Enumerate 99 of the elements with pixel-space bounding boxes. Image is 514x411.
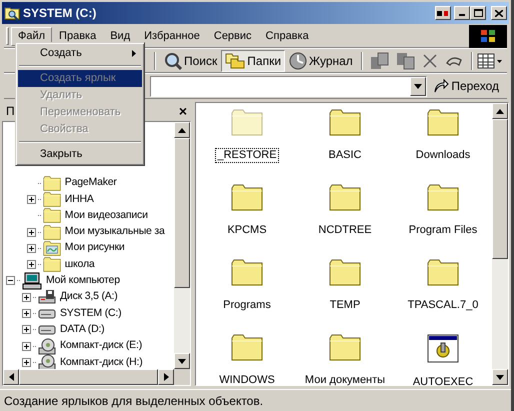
- expand-toggle[interactable]: [22, 358, 31, 367]
- views-icon[interactable]: [476, 52, 503, 68]
- file-name[interactable]: Program Files: [406, 223, 480, 238]
- expand-toggle[interactable]: [26, 194, 36, 204]
- search-icon: [164, 52, 182, 70]
- menu-item[interactable]: Закрыть: [18, 146, 142, 163]
- arrow-icon: [496, 108, 504, 114]
- pictures-folder-icon: [42, 240, 61, 256]
- file-name[interactable]: Programs: [221, 298, 273, 313]
- menu-item[interactable]: Справка: [258, 26, 316, 46]
- toolbar-button[interactable]: Папки: [221, 50, 286, 72]
- tree-item[interactable]: ИННА: [62, 192, 96, 208]
- pane-title: П: [6, 103, 15, 120]
- folder-icon: [42, 257, 61, 272]
- menu-item[interactable]: Правка: [52, 26, 104, 46]
- arrow-icon: [178, 128, 186, 132]
- go-button[interactable]: Переход: [433, 77, 507, 95]
- zip-button[interactable]: [435, 6, 451, 20]
- file-name[interactable]: AUTOEXEC: [410, 375, 476, 390]
- status-text: Создание ярлыков для выделенных объектов.: [4, 392, 264, 410]
- tree-item[interactable]: Компакт-диск (H:): [58, 354, 145, 369]
- folder-icon: [42, 224, 61, 240]
- arrow-icon: [496, 374, 504, 380]
- tree-item[interactable]: DATA (D:): [58, 322, 106, 338]
- hard-drive-icon: [38, 308, 56, 319]
- window-title: SYSTEM (C:): [23, 5, 98, 22]
- tree-item[interactable]: Мои музыкальные за: [62, 224, 167, 240]
- file-name[interactable]: BASIC: [326, 148, 364, 163]
- minimize-button[interactable]: [454, 6, 470, 20]
- folder-icon: [42, 176, 61, 191]
- file-name[interactable]: Мои документы: [302, 373, 388, 388]
- close-button[interactable]: [491, 6, 507, 20]
- file-name[interactable]: NCDTREE: [316, 223, 374, 238]
- scroll-thumb[interactable]: [174, 138, 190, 288]
- zip-icon: [437, 10, 449, 16]
- copy-to-icon[interactable]: [396, 52, 416, 70]
- expand-toggle[interactable]: [22, 325, 31, 334]
- tree-item[interactable]: Компакт-диск (E:): [58, 338, 144, 354]
- scroll-up-button[interactable]: [174, 122, 190, 138]
- scrollbar-corner: [174, 369, 190, 385]
- folder-icon: [42, 192, 61, 207]
- computer-icon: [22, 272, 42, 290]
- windows-logo: [469, 24, 507, 48]
- file-name[interactable]: KPCMS: [225, 223, 269, 238]
- file-name[interactable]: WINDOWS: [217, 373, 277, 388]
- tree-item[interactable]: Мои рисунки: [62, 240, 127, 256]
- dropdown-arrow-icon: [414, 84, 422, 88]
- scroll-down-button[interactable]: [174, 353, 190, 369]
- tree-item[interactable]: школа: [62, 256, 97, 272]
- file-name[interactable]: TEMP: [328, 298, 362, 313]
- scroll-up-button[interactable]: [492, 103, 508, 119]
- submenu-arrow-icon: [132, 50, 136, 57]
- expand-toggle[interactable]: [22, 309, 31, 318]
- arrow-icon: [164, 373, 169, 381]
- expand-toggle[interactable]: [26, 228, 36, 237]
- folders-icon: [225, 52, 246, 68]
- arrow-icon: [178, 358, 186, 364]
- toolbar-button[interactable]: Журнал: [285, 50, 357, 72]
- collapse-toggle[interactable]: [6, 276, 15, 286]
- delete-icon[interactable]: [422, 52, 438, 68]
- vertical-scrollbar[interactable]: [174, 122, 190, 369]
- file-name[interactable]: TPASCAL.7_0: [406, 298, 480, 313]
- file-name[interactable]: _RESTORE: [215, 148, 279, 163]
- file-name[interactable]: Downloads: [414, 148, 472, 163]
- expand-toggle[interactable]: [22, 292, 31, 302]
- close-pane-button[interactable]: ×: [178, 100, 187, 122]
- expand-toggle[interactable]: [22, 342, 31, 351]
- tree-item[interactable]: Диск 3,5 (A:): [58, 289, 120, 306]
- vertical-scrollbar[interactable]: [492, 103, 508, 385]
- hard-drive-icon: [38, 324, 56, 335]
- maximize-button[interactable]: [470, 6, 486, 20]
- scroll-right-button[interactable]: [158, 369, 174, 385]
- close-icon: [495, 10, 503, 16]
- cd-drive-icon: [38, 338, 56, 355]
- expand-toggle[interactable]: [26, 260, 36, 270]
- menu-item[interactable]: Вид: [103, 26, 138, 46]
- dropdown-button[interactable]: [410, 76, 426, 96]
- arrow-icon: [8, 373, 14, 381]
- scroll-thumb[interactable]: [492, 119, 508, 259]
- menu-item[interactable]: Сервис: [206, 26, 259, 46]
- scroll-left-button[interactable]: [3, 369, 19, 385]
- history-icon: [289, 52, 308, 70]
- tree-item[interactable]: PageMaker: [62, 175, 119, 192]
- scroll-thumb[interactable]: [19, 369, 158, 385]
- scroll-down-button[interactable]: [492, 369, 508, 385]
- tree-item[interactable]: Мой компьютер: [44, 273, 122, 289]
- move-to-icon[interactable]: [370, 52, 390, 70]
- arrow-icon: [433, 78, 450, 94]
- menu-item[interactable]: Создать: [18, 45, 142, 62]
- toolbar-button[interactable]: Поиск: [160, 50, 222, 72]
- horizontal-scrollbar[interactable]: [3, 369, 190, 385]
- tree-item[interactable]: Мои видеозаписи: [62, 208, 150, 224]
- folder-icon: [42, 208, 61, 224]
- menu-item[interactable]: Избранное: [137, 26, 207, 46]
- address-field[interactable]: [150, 76, 428, 96]
- tree-item[interactable]: SYSTEM (C:): [58, 306, 124, 322]
- floppy-drive-icon: [38, 289, 56, 306]
- explorer-icon: [4, 5, 20, 21]
- expand-toggle[interactable]: [26, 244, 36, 253]
